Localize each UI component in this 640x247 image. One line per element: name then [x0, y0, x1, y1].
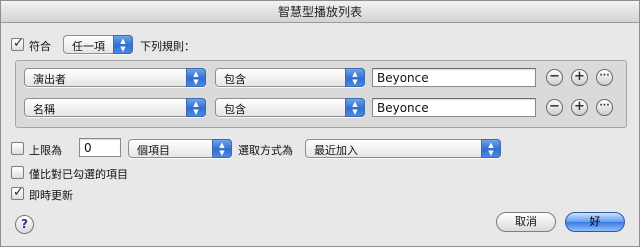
match-mode-value: 任一項 — [72, 40, 105, 53]
rule-1-more-button[interactable]: ··· — [596, 69, 613, 86]
popup-arrows-icon: ▲ ▼ — [345, 68, 365, 87]
ok-button[interactable]: 好 — [565, 212, 625, 232]
match-label: 符合 — [29, 40, 51, 53]
rule-2-add-button[interactable]: + — [571, 99, 588, 116]
limit-label: 上限為 — [29, 144, 62, 157]
popup-arrows-icon: ▲ ▼ — [113, 35, 133, 54]
popup-arrows-icon: ▲ ▼ — [186, 68, 206, 87]
limit-checkbox[interactable] — [11, 142, 24, 155]
rule-1-field-value: 演出者 — [33, 73, 66, 86]
limit-unit-value: 個項目 — [137, 144, 170, 157]
selected-by-value: 最近加入 — [314, 144, 358, 157]
popup-arrows-icon: ▲ ▼ — [212, 139, 232, 158]
rule-1-operator-popup[interactable]: 包含 ▲ ▼ — [215, 68, 365, 87]
rule-1-remove-button[interactable]: − — [546, 69, 563, 86]
rule-1-value-text: Beyonce — [377, 71, 429, 85]
rule-2-field-popup[interactable]: 名稱 ▲ ▼ — [24, 98, 206, 117]
live-update-checkbox[interactable] — [11, 185, 24, 200]
checked-only-label: 僅比對已勾選的項目 — [29, 168, 128, 181]
match-checkbox[interactable] — [11, 36, 24, 51]
popup-arrows-icon: ▲ ▼ — [481, 139, 501, 158]
rule-2-value-input[interactable]: Beyonce — [372, 98, 536, 117]
window-title: 智慧型播放列表 — [1, 1, 639, 23]
limit-value-input[interactable]: 0 — [79, 138, 121, 157]
rule-2-value-text: Beyonce — [377, 101, 429, 115]
popup-arrows-icon: ▲ ▼ — [345, 98, 365, 117]
live-update-label: 即時更新 — [29, 189, 73, 202]
cancel-button[interactable]: 取消 — [496, 212, 556, 232]
rule-2-operator-value: 包含 — [224, 103, 246, 116]
rule-2-more-button[interactable]: ··· — [596, 99, 613, 116]
rule-2-operator-popup[interactable]: 包含 ▲ ▼ — [215, 98, 365, 117]
rule-1-operator-value: 包含 — [224, 73, 246, 86]
match-mode-popup[interactable]: 任一項 ▲ ▼ — [63, 35, 133, 54]
rule-2-field-value: 名稱 — [33, 103, 55, 116]
rule-2-remove-button[interactable]: − — [546, 99, 563, 116]
match-suffix-label: 下列規則： — [140, 40, 195, 53]
rule-1-add-button[interactable]: + — [571, 69, 588, 86]
help-button[interactable]: ? — [15, 215, 34, 234]
popup-arrows-icon: ▲ ▼ — [186, 98, 206, 117]
checked-only-checkbox[interactable] — [11, 166, 24, 179]
limit-value-text: 0 — [84, 141, 92, 155]
rule-1-field-popup[interactable]: 演出者 ▲ ▼ — [24, 68, 206, 87]
smart-playlist-dialog: 智慧型播放列表 符合 任一項 ▲▼ 下列規則： 演出者 ▲▼ 包含 ▲▼ Bey… — [0, 0, 640, 247]
rules-container: 演出者 ▲ ▼ 包含 ▲ ▼ Beyonce − + ··· 名稱 ▲ ▼ 包含 ▲ ▼… — [15, 60, 627, 128]
selected-by-label: 選取方式為 — [238, 144, 293, 157]
selected-by-popup[interactable]: 最近加入 ▲ ▼ — [305, 139, 501, 158]
limit-unit-popup[interactable]: 個項目 ▲ ▼ — [128, 139, 232, 158]
rule-1-value-input[interactable]: Beyonce — [372, 68, 536, 87]
